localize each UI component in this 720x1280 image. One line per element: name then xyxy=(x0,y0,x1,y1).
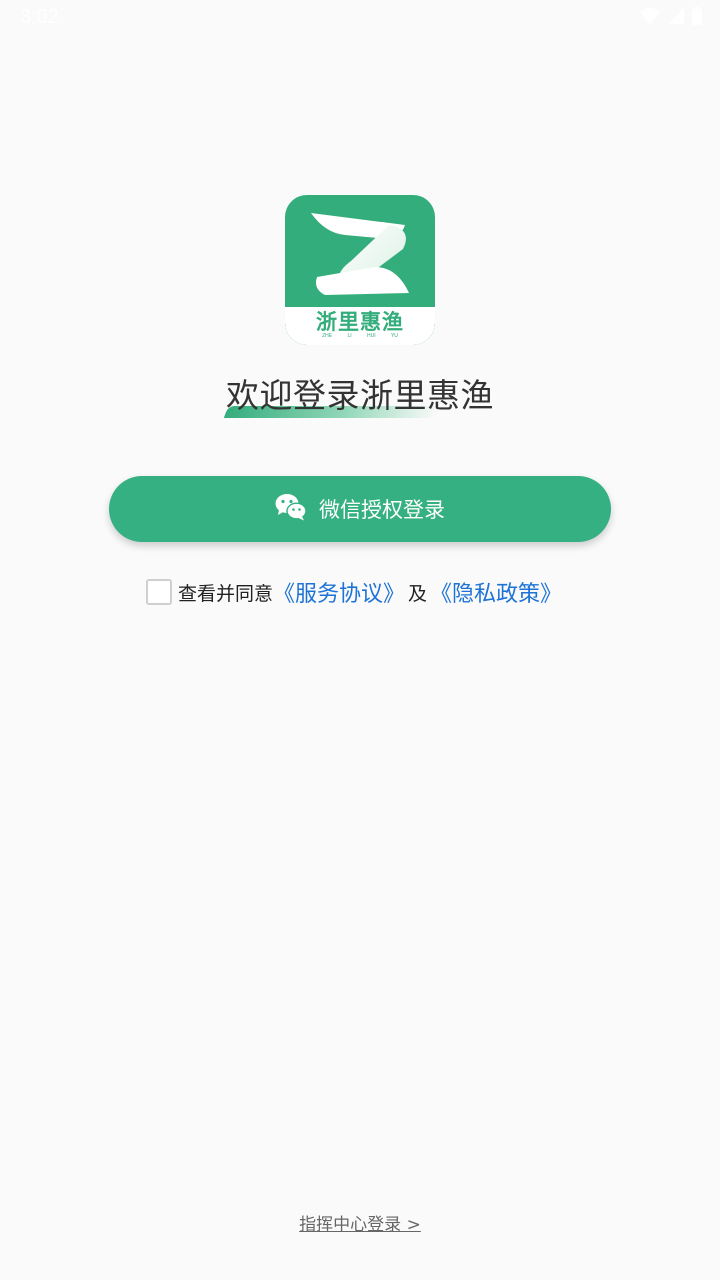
command-center-login-link[interactable]: 指挥中心登录 > xyxy=(299,1215,421,1235)
login-screen: 3:02 浙里惠渔 ZHE LI HUI YU 欢迎登录浙里惠渔 微信授权登录 … xyxy=(0,0,720,1280)
privacy-policy-link[interactable]: 《隐私政策》 xyxy=(430,576,562,608)
agreement-prefix: 查看并同意 xyxy=(178,582,274,605)
command-center-login-area: 指挥中心登录 > xyxy=(0,1210,720,1235)
agreement-checkbox[interactable] xyxy=(146,579,172,605)
status-icons xyxy=(640,7,702,29)
wechat-icon xyxy=(275,493,307,525)
status-time: 3:02 xyxy=(20,6,59,28)
page-title: 欢迎登录浙里惠渔 xyxy=(226,376,494,415)
title-area: 欢迎登录浙里惠渔 xyxy=(0,372,720,420)
status-bar: 3:02 xyxy=(0,0,720,36)
logo-pinyin: ZHE LI HUI YU xyxy=(322,333,398,339)
logo-wordmark: 浙里惠渔 xyxy=(316,310,404,334)
battery-icon xyxy=(692,7,702,29)
wechat-login-button[interactable]: 微信授权登录 xyxy=(109,476,611,542)
agreement-row: 查看并同意 《服务协议》 及 《隐私政策》 xyxy=(146,577,562,607)
agreement-and: 及 xyxy=(408,582,428,605)
service-agreement-link[interactable]: 《服务协议》 xyxy=(273,576,405,608)
wifi-icon xyxy=(640,7,660,29)
app-logo: 浙里惠渔 ZHE LI HUI YU xyxy=(285,195,435,345)
signal-icon xyxy=(668,8,684,28)
wechat-login-label: 微信授权登录 xyxy=(319,498,445,522)
